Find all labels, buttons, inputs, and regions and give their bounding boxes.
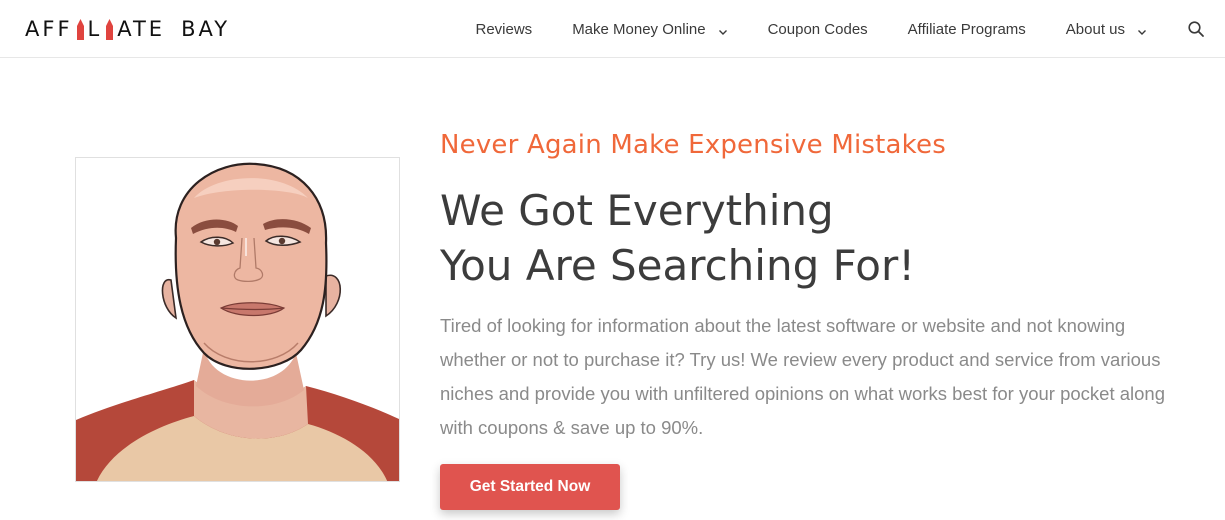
- logo-red-mark-icon: [105, 18, 114, 40]
- nav-item-label: Affiliate Programs: [907, 20, 1026, 38]
- get-started-button[interactable]: Get Started Now: [440, 464, 620, 510]
- hero-headline-line2: You Are Searching For!: [440, 241, 916, 290]
- site-logo[interactable]: AFF L ATE BAY: [25, 15, 230, 43]
- logo-text-part2: ATE: [117, 17, 166, 41]
- nav-item-label: Reviews: [475, 20, 533, 38]
- nav-item-reviews[interactable]: Reviews: [476, 21, 533, 38]
- nav-item-about-us[interactable]: About us: [1066, 21, 1147, 38]
- hero-portrait-image: [75, 157, 400, 482]
- hero-kicker: Never Again Make Expensive Mistakes: [440, 130, 946, 160]
- nav-item-make-money-online[interactable]: Make Money Online: [572, 21, 727, 38]
- hero-description: Tired of looking for information about t…: [440, 315, 1166, 438]
- nav-item-label: About us: [1065, 20, 1125, 38]
- search-icon[interactable]: [1187, 20, 1205, 38]
- chevron-down-icon: [718, 24, 728, 35]
- site-header: AFF L ATE BAY Reviews Make Money Online …: [0, 0, 1225, 58]
- hero-headline: We Got Everything You Are Searching For!: [440, 183, 1140, 293]
- main-nav: Reviews Make Money Online Coupon Codes A…: [436, 0, 1225, 58]
- nav-item-label: Make Money Online: [572, 20, 706, 38]
- chevron-down-icon: [1137, 24, 1147, 35]
- nav-item-label: Coupon Codes: [767, 20, 868, 38]
- nav-item-affiliate-programs[interactable]: Affiliate Programs: [908, 21, 1026, 38]
- logo-red-mark-icon: [76, 18, 85, 40]
- logo-letter-l: L: [87, 17, 103, 41]
- nav-item-coupon-codes[interactable]: Coupon Codes: [768, 21, 868, 38]
- logo-text-part3: BAY: [181, 17, 231, 41]
- hero-headline-line1: We Got Everything: [440, 186, 834, 235]
- logo-text-part1: AFF: [25, 17, 73, 41]
